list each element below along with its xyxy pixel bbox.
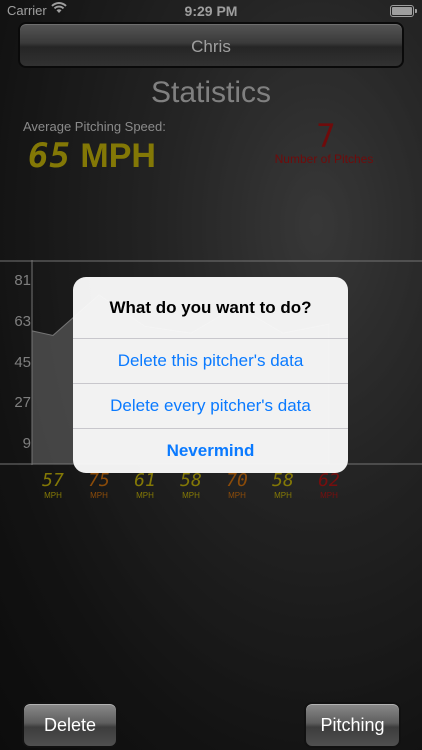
nevermind-button[interactable]: Nevermind <box>73 428 348 473</box>
dialog-title: What do you want to do? <box>109 298 312 317</box>
delete-button[interactable]: Delete <box>22 702 118 748</box>
delete-all-data-button[interactable]: Delete every pitcher's data <box>73 383 348 428</box>
action-dialog: What do you want to do? Delete this pitc… <box>73 277 348 473</box>
delete-pitcher-data-button[interactable]: Delete this pitcher's data <box>73 338 348 383</box>
pitching-button[interactable]: Pitching <box>304 702 401 748</box>
